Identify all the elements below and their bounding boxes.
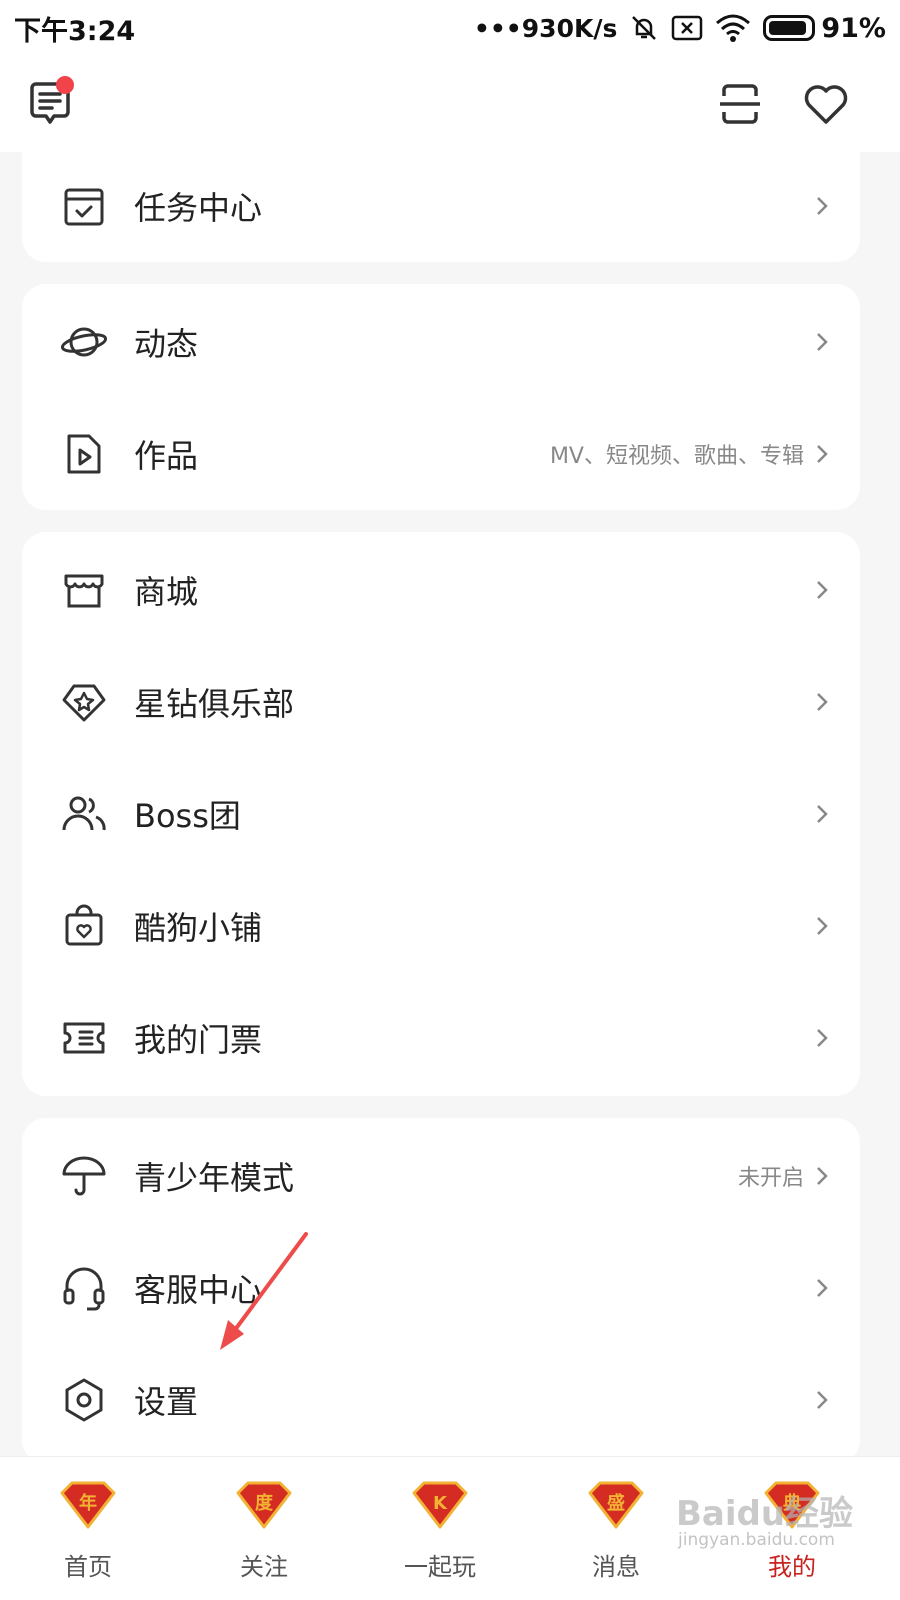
- chevron-right-icon: [817, 917, 828, 935]
- battery-percent: 91%: [821, 12, 886, 44]
- card-tasks: 任务中心: [22, 148, 860, 262]
- badge-char: 盛: [607, 1492, 625, 1514]
- status-time: 下午3:24: [14, 15, 136, 47]
- menu-item-teen-mode[interactable]: 青少年模式 未开启: [22, 1120, 860, 1232]
- tab-messages[interactable]: 盛 消息: [556, 1477, 676, 1587]
- festival-badge-icon: 度: [236, 1481, 292, 1529]
- headset-icon: [63, 1267, 105, 1311]
- chevron-right-icon: [817, 1391, 828, 1409]
- tab-play-together[interactable]: K 一起玩: [380, 1477, 500, 1587]
- menu-label: 我的门票: [134, 1021, 263, 1059]
- festival-badge-icon: 年: [60, 1481, 116, 1529]
- video-file-icon: [67, 434, 101, 474]
- status-icons: •••930K/s 91%: [474, 13, 886, 44]
- chevron-right-icon: [817, 197, 828, 215]
- menu-item-kugou-shop[interactable]: 酷狗小铺: [22, 870, 860, 982]
- battery-indicator: 91%: [763, 13, 886, 44]
- net-speed: •••930K/s: [473, 13, 618, 43]
- heart-icon[interactable]: [802, 80, 850, 128]
- menu-item-settings[interactable]: 设置: [22, 1344, 860, 1456]
- menu-item-mall[interactable]: 商城: [22, 534, 860, 646]
- menu-label: 设置: [134, 1383, 199, 1421]
- menu-label: 客服中心: [134, 1271, 263, 1309]
- chevron-right-icon: [817, 1279, 828, 1297]
- bottom-tab-bar: 年 首页 度 关注 K 一起玩 盛 消息 典 我的: [0, 1456, 900, 1600]
- umbrella-icon: [62, 1156, 106, 1196]
- festival-badge-icon: 典: [764, 1481, 820, 1529]
- menu-label: Boss团: [134, 797, 241, 835]
- menu-sublabel: MV、短视频、歌曲、专辑: [549, 444, 804, 469]
- menu-label: 星钻俱乐部: [134, 685, 295, 723]
- card-settings: 青少年模式 未开启 客服中心 设置: [22, 1118, 860, 1464]
- tab-home[interactable]: 年 首页: [28, 1477, 148, 1587]
- chevron-right-icon: [817, 581, 828, 599]
- planet-icon: [60, 327, 108, 357]
- badge-char: 年: [79, 1492, 97, 1514]
- menu-item-task-center[interactable]: 任务中心: [22, 150, 860, 262]
- diamond-star-icon: [62, 684, 106, 722]
- menu-label: 任务中心: [134, 189, 263, 227]
- tab-label: 首页: [64, 1553, 112, 1581]
- menu-label: 作品: [134, 437, 199, 475]
- menu-item-my-tickets[interactable]: 我的门票: [22, 982, 860, 1094]
- ticket-icon: [63, 1022, 105, 1054]
- battery-icon: [763, 15, 816, 41]
- top-bar: [0, 56, 900, 152]
- chevron-right-icon: [817, 1167, 828, 1185]
- store-icon: [64, 574, 104, 608]
- menu-item-works[interactable]: 作品 MV、短视频、歌曲、专辑: [22, 398, 860, 510]
- settings-hex-icon: [65, 1378, 103, 1422]
- chevron-right-icon: [817, 333, 828, 351]
- chevron-right-icon: [817, 805, 828, 823]
- festival-badge-icon: K: [412, 1481, 468, 1529]
- card-shopping: 商城 星钻俱乐部 Boss团 酷狗小铺 我的门票: [22, 532, 860, 1096]
- festival-badge-icon: 盛: [588, 1481, 644, 1529]
- menu-item-customer-service[interactable]: 客服中心: [22, 1232, 860, 1344]
- tab-mine[interactable]: 典 我的: [732, 1477, 852, 1587]
- tab-label: 我的: [768, 1553, 816, 1581]
- task-calendar-icon: [64, 188, 104, 226]
- mute-icon: [632, 16, 657, 40]
- menu-sublabel: 未开启: [737, 1166, 804, 1191]
- chevron-right-icon: [817, 445, 828, 463]
- tab-label: 消息: [592, 1553, 640, 1581]
- tab-label: 关注: [240, 1553, 288, 1581]
- notification-dot: [56, 76, 74, 94]
- chevron-right-icon: [817, 693, 828, 711]
- status-bar: 下午3:24 •••930K/s 91%: [0, 0, 900, 56]
- card-content: 动态 作品 MV、短视频、歌曲、专辑: [22, 284, 860, 510]
- badge-char: K: [433, 1493, 448, 1514]
- menu-item-star-diamond-club[interactable]: 星钻俱乐部: [22, 646, 860, 758]
- wifi-icon: [716, 14, 751, 42]
- users-icon: [62, 796, 106, 831]
- menu-label: 动态: [134, 325, 199, 363]
- menu-label: 青少年模式: [134, 1159, 295, 1197]
- tab-follow[interactable]: 度 关注: [204, 1477, 324, 1587]
- menu-label: 酷狗小铺: [134, 909, 263, 947]
- menu-item-boss-group[interactable]: Boss团: [22, 758, 860, 870]
- badge-char: 典: [783, 1492, 801, 1514]
- sim-off-icon: [672, 15, 703, 41]
- shop-bag-icon: [65, 904, 103, 946]
- scan-icon[interactable]: [718, 82, 762, 126]
- chevron-right-icon: [817, 1029, 828, 1047]
- menu-label: 商城: [134, 573, 199, 611]
- menu-item-feed[interactable]: 动态: [22, 286, 860, 398]
- tab-label: 一起玩: [404, 1553, 476, 1581]
- badge-char: 度: [255, 1492, 274, 1514]
